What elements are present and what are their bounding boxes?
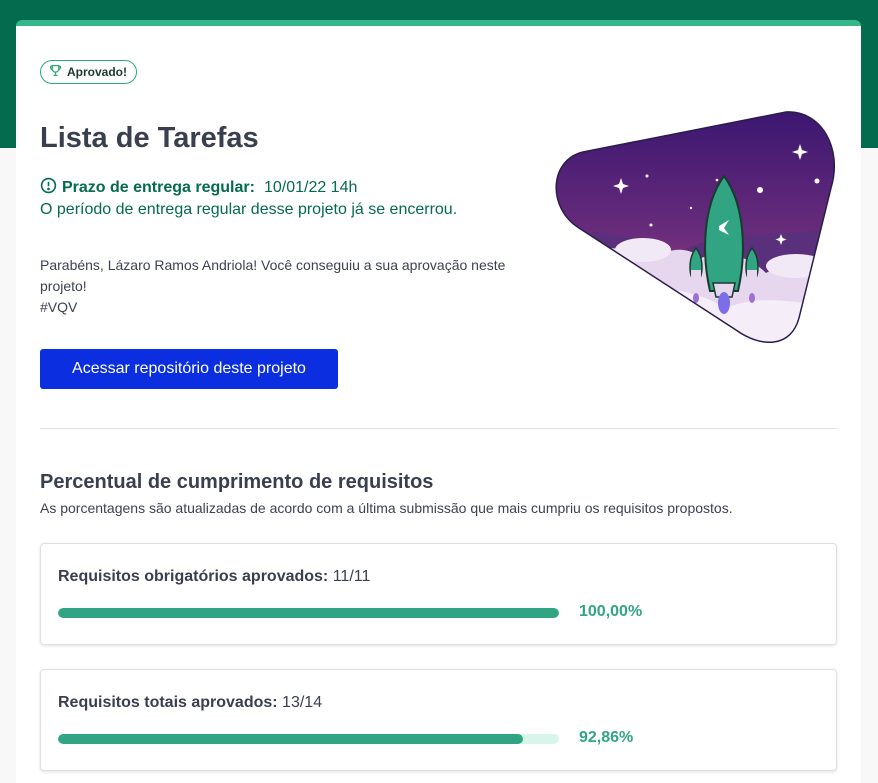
mandatory-requirements-label: Requisitos obrigatórios aprovados: 11/11: [58, 568, 370, 586]
total-requirements-title: Requisitos totais aprovados:: [58, 694, 278, 711]
deadline-row: Prazo de entrega regular: 10/01/22 14h: [40, 177, 357, 199]
requirements-subtitle: As porcentagens são atualizadas de acord…: [40, 500, 733, 516]
deadline-closed-message: O período de entrega regular desse proje…: [40, 201, 458, 218]
approved-badge: Aprovado!: [40, 60, 137, 84]
clock-alert-icon: [40, 177, 57, 199]
mandatory-requirements-card: Requisitos obrigatórios aprovados: 11/11…: [40, 543, 837, 645]
mandatory-requirements-title: Requisitos obrigatórios aprovados:: [58, 568, 329, 585]
trophy-icon: [49, 64, 62, 80]
requirements-title: Percentual de cumprimento de requisitos: [40, 471, 434, 493]
mandatory-progress-fill: [58, 608, 559, 618]
mandatory-progress-track: [58, 608, 559, 618]
access-repository-button[interactable]: Acessar repositório deste projeto: [40, 349, 338, 389]
total-requirements-count: 13/14: [282, 694, 323, 711]
deadline-value: 10/01/22 14h: [263, 179, 358, 196]
congrats-message: Parabéns, Lázaro Ramos Andriola! Você co…: [40, 255, 520, 318]
section-divider: [40, 428, 837, 429]
total-progress-track: [58, 734, 559, 744]
total-progress-percent: 92,86%: [579, 729, 634, 746]
congrats-text: Parabéns, Lázaro Ramos Andriola! Você co…: [40, 257, 506, 294]
rocket-illustration: [551, 108, 836, 346]
mandatory-requirements-count: 11/11: [332, 568, 371, 585]
congrats-hashtag: #VQV: [40, 299, 78, 315]
total-requirements-label: Requisitos totais aprovados: 13/14: [58, 694, 322, 712]
total-requirements-card: Requisitos totais aprovados: 13/14 92,86…: [40, 669, 837, 771]
total-progress-fill: [58, 734, 524, 744]
approved-badge-label: Aprovado!: [67, 65, 127, 79]
mandatory-progress-percent: 100,00%: [579, 603, 643, 620]
project-card: Aprovado! Lista de Tarefas Prazo de entr…: [16, 20, 861, 783]
page-title: Lista de Tarefas: [40, 122, 259, 154]
deadline-label: Prazo de entrega regular:: [62, 179, 255, 196]
